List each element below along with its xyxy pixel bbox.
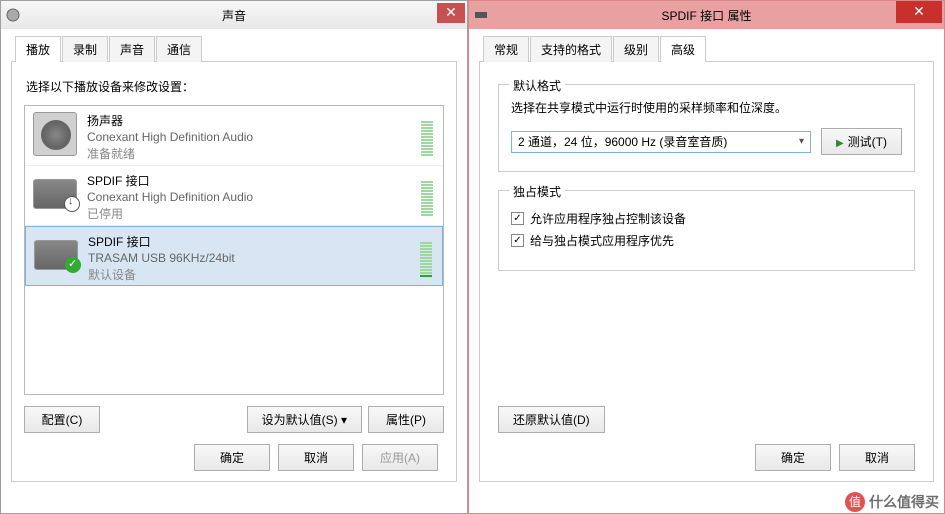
sound-dialog: 声音 ✕ 播放 录制 声音 通信 选择以下播放设备来修改设置： 扬声器 Cone… xyxy=(0,0,468,514)
window-title: SPDIF 接口 属性 xyxy=(661,7,751,24)
device-button-row: 配置(C) 设为默认值(S) ▾ 属性(P) xyxy=(24,406,444,433)
tab-communications[interactable]: 通信 xyxy=(156,36,202,62)
chevron-down-icon: ▾ xyxy=(799,136,804,147)
device-item-selected[interactable]: SPDIF 接口 TRASAM USB 96KHz/24bit 默认设备 xyxy=(25,226,443,286)
configure-button[interactable]: 配置(C) xyxy=(24,406,100,433)
properties-dialog: SPDIF 接口 属性 ✕ 常规 支持的格式 级别 高级 默认格式 选择在共享模… xyxy=(468,0,945,514)
tab-recording[interactable]: 录制 xyxy=(62,36,108,62)
device-driver: TRASAM USB 96KHz/24bit xyxy=(88,251,434,265)
test-button[interactable]: 测试(T) xyxy=(821,128,902,155)
device-status: 默认设备 xyxy=(88,266,434,283)
titlebar: SPDIF 接口 属性 ✕ xyxy=(469,1,944,29)
tab-supported-formats[interactable]: 支持的格式 xyxy=(530,36,612,62)
watermark-icon: 值 xyxy=(845,492,865,512)
exclusive-mode-group: 独占模式 ✓ 允许应用程序独占控制该设备 ✓ 给与独占模式应用程序优先 xyxy=(498,190,915,271)
tab-panel: 默认格式 选择在共享模式中运行时使用的采样频率和位深度。 2 通道，24 位，9… xyxy=(479,62,934,482)
close-button[interactable]: ✕ xyxy=(437,3,465,23)
tab-playback[interactable]: 播放 xyxy=(15,36,61,62)
dialog-body: 播放 录制 声音 通信 选择以下播放设备来修改设置： 扬声器 Conexant … xyxy=(1,29,467,492)
spdif-icon xyxy=(33,179,77,209)
spdif-icon xyxy=(34,240,78,270)
checkbox-label: 允许应用程序独占控制该设备 xyxy=(530,210,686,227)
combo-value: 2 通道，24 位，96000 Hz (录音室音质) xyxy=(518,133,727,150)
ok-button[interactable]: 确定 xyxy=(194,444,270,471)
set-default-button[interactable]: 设为默认值(S) ▾ xyxy=(247,406,362,433)
device-name: 扬声器 xyxy=(87,112,435,129)
device-name: SPDIF 接口 xyxy=(88,233,434,250)
instruction-text: 选择以下播放设备来修改设置： xyxy=(26,78,442,95)
app-icon xyxy=(5,7,21,23)
app-icon xyxy=(473,7,489,23)
properties-button[interactable]: 属性(P) xyxy=(368,406,444,433)
level-meter xyxy=(421,176,433,216)
watermark: 值 什么值得买 xyxy=(845,492,939,512)
device-status: 准备就绪 xyxy=(87,145,435,162)
restore-defaults-button[interactable]: 还原默认值(D) xyxy=(498,406,605,433)
default-format-group: 默认格式 选择在共享模式中运行时使用的采样频率和位深度。 2 通道，24 位，9… xyxy=(498,84,915,172)
device-item[interactable]: 扬声器 Conexant High Definition Audio 准备就绪 xyxy=(25,106,443,166)
tab-strip: 常规 支持的格式 级别 高级 xyxy=(479,35,934,62)
device-driver: Conexant High Definition Audio xyxy=(87,130,435,144)
device-name: SPDIF 接口 xyxy=(87,172,435,189)
allow-exclusive-checkbox[interactable]: ✓ xyxy=(511,212,524,225)
cancel-button[interactable]: 取消 xyxy=(839,444,915,471)
checkbox-label: 给与独占模式应用程序优先 xyxy=(530,232,674,249)
tab-strip: 播放 录制 声音 通信 xyxy=(11,35,457,62)
group-title: 默认格式 xyxy=(509,77,565,94)
exclusive-priority-checkbox[interactable]: ✓ xyxy=(511,234,524,247)
tab-sounds[interactable]: 声音 xyxy=(109,36,155,62)
default-check-icon xyxy=(65,257,81,273)
device-item[interactable]: SPDIF 接口 Conexant High Definition Audio … xyxy=(25,166,443,226)
tab-levels[interactable]: 级别 xyxy=(613,36,659,62)
device-list[interactable]: 扬声器 Conexant High Definition Audio 准备就绪 … xyxy=(24,105,444,395)
speaker-icon xyxy=(33,112,77,156)
watermark-text: 什么值得买 xyxy=(869,492,939,512)
tab-advanced[interactable]: 高级 xyxy=(660,36,706,62)
dialog-buttons: 确定 取消 应用(A) xyxy=(194,444,438,471)
titlebar: 声音 ✕ xyxy=(1,1,467,29)
format-combobox[interactable]: 2 通道，24 位，96000 Hz (录音室音质) ▾ xyxy=(511,131,811,153)
close-button[interactable]: ✕ xyxy=(896,1,942,23)
tab-general[interactable]: 常规 xyxy=(483,36,529,62)
window-title: 声音 xyxy=(222,7,246,24)
device-status: 已停用 xyxy=(87,205,435,222)
dialog-buttons: 确定 取消 应用(A) xyxy=(755,444,915,471)
device-driver: Conexant High Definition Audio xyxy=(87,190,435,204)
ok-button[interactable]: 确定 xyxy=(755,444,831,471)
level-meter xyxy=(421,116,433,156)
cancel-button[interactable]: 取消 xyxy=(278,444,354,471)
disabled-overlay-icon xyxy=(64,196,80,212)
group-description: 选择在共享模式中运行时使用的采样频率和位深度。 xyxy=(511,99,902,116)
level-meter xyxy=(420,237,432,277)
dialog-body: 常规 支持的格式 级别 高级 默认格式 选择在共享模式中运行时使用的采样频率和位… xyxy=(469,29,944,492)
apply-button[interactable]: 应用(A) xyxy=(362,444,438,471)
group-title: 独占模式 xyxy=(509,183,565,200)
tab-panel: 选择以下播放设备来修改设置： 扬声器 Conexant High Definit… xyxy=(11,62,457,482)
